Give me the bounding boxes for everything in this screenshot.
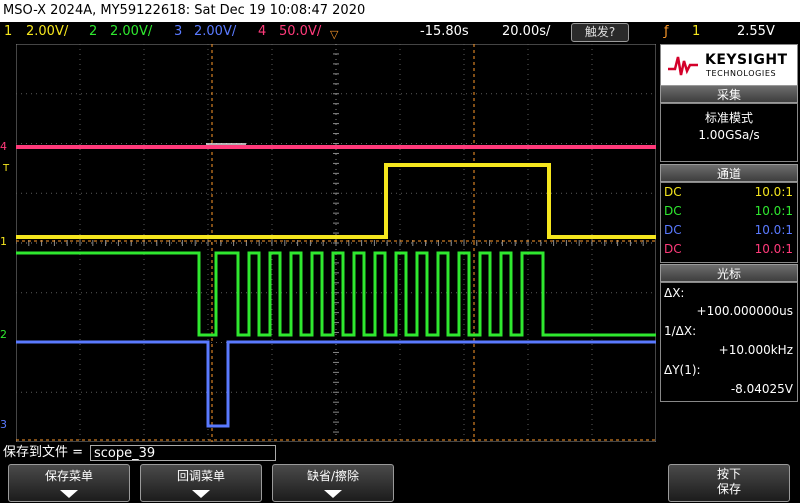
sample-rate: 1.00GSa/s	[698, 128, 760, 142]
cursors-box: ΔX: +100.000000us 1/ΔX: +10.000kHz ΔY(1)…	[660, 282, 798, 402]
softkey-default-erase[interactable]: 缺省/擦除	[272, 464, 394, 502]
keysight-logo: KEYSIGHT TECHNOLOGIES	[660, 44, 798, 86]
cursor-inv-dx-value: +10.000kHz	[718, 343, 793, 357]
press-to-save-line1: 按下	[716, 467, 741, 481]
ch4-probe: 10.0:1	[754, 242, 793, 256]
ch1-scale[interactable]: 2.00V/	[26, 22, 68, 42]
timebase-delay[interactable]: -15.80s	[420, 22, 469, 42]
ch2-coupling: DC	[664, 204, 682, 218]
softkey-recall-menu[interactable]: 回调菜单	[140, 464, 262, 502]
ch3-probe: 10.0:1	[754, 223, 793, 237]
chevron-down-icon	[324, 490, 342, 498]
ch1-ground-marker[interactable]: 1	[0, 235, 7, 248]
cursor-dy-label: ΔY(1):	[664, 363, 701, 377]
cursor-dx-value: +100.000000us	[696, 304, 793, 318]
ch2-number: 2	[89, 24, 98, 39]
filename-field[interactable]: scope_39	[90, 445, 276, 461]
trigger-mode-button[interactable]: 触发?	[571, 23, 629, 42]
softkey-default-erase-label: 缺省/擦除	[306, 469, 360, 483]
acquisition-box: 标准模式 1.00GSa/s	[660, 103, 798, 162]
trigger-level[interactable]: 2.55V	[737, 22, 775, 42]
chevron-down-icon	[60, 490, 78, 498]
ch1-number: 1	[4, 24, 13, 39]
acquisition-header[interactable]: 采集	[660, 85, 798, 103]
softkey-press-to-save[interactable]: 按下 保存	[668, 464, 790, 502]
window-title: MSO-X 2024A, MY59122618: Sat Dec 19 10:0…	[0, 0, 800, 22]
waveform-display[interactable]	[16, 44, 656, 442]
trigger-position-icon: ▽	[330, 28, 339, 41]
channels-box: DC 10.0:1 DC 10.0:1 DC 10.0:1 DC 10.0:1	[660, 182, 798, 263]
ch3-ground-marker[interactable]: 3	[0, 418, 7, 431]
logo-sub-text: TECHNOLOGIES	[706, 69, 777, 78]
acquisition-mode: 标准模式	[704, 111, 753, 125]
softkey-save-menu[interactable]: 保存菜单	[8, 464, 130, 502]
trigger-channel: 1	[692, 24, 701, 39]
ch4-number: 4	[258, 24, 267, 39]
cursor-inv-dx-label: 1/ΔX:	[664, 324, 697, 338]
timebase-scale[interactable]: 20.00s/	[502, 22, 550, 42]
ch2-probe: 10.0:1	[754, 204, 793, 218]
chevron-down-icon	[192, 490, 210, 498]
ch1-coupling: DC	[664, 185, 682, 199]
channel-status-bar: 1 2.00V/ 2 2.00V/ 3 2.00V/ 4 50.0V/ ▽ -1…	[0, 22, 800, 42]
softkey-save-menu-label: 保存菜单	[44, 469, 93, 483]
ch1-probe: 10.0:1	[754, 185, 793, 199]
cursor-dx-label: ΔX:	[664, 286, 685, 300]
press-to-save-line2: 保存	[716, 482, 741, 496]
logo-brand-text: KEYSIGHT	[705, 52, 788, 68]
ch4-ground-marker[interactable]: 4	[0, 140, 7, 153]
ch4-scale[interactable]: 50.0V/	[279, 22, 321, 42]
trigger-level-marker[interactable]: T	[3, 163, 9, 174]
ch4-coupling: DC	[664, 242, 682, 256]
ch3-scale[interactable]: 2.00V/	[194, 22, 236, 42]
cursor-dy-value: -8.04025V	[730, 382, 793, 396]
keysight-wave-icon	[668, 56, 698, 76]
ch3-number: 3	[174, 24, 183, 39]
cursors-header[interactable]: 光标	[660, 264, 798, 282]
ch2-ground-marker[interactable]: 2	[0, 328, 7, 341]
softkey-recall-menu-label: 回调菜单	[176, 469, 225, 483]
ch3-coupling: DC	[664, 223, 682, 237]
right-info-panel: KEYSIGHT TECHNOLOGIES 采集 标准模式 1.00GSa/s …	[659, 44, 800, 442]
ch2-scale[interactable]: 2.00V/	[110, 22, 152, 42]
trigger-edge-icon: ƒ	[664, 24, 669, 39]
channels-header[interactable]: 通道	[660, 164, 798, 182]
